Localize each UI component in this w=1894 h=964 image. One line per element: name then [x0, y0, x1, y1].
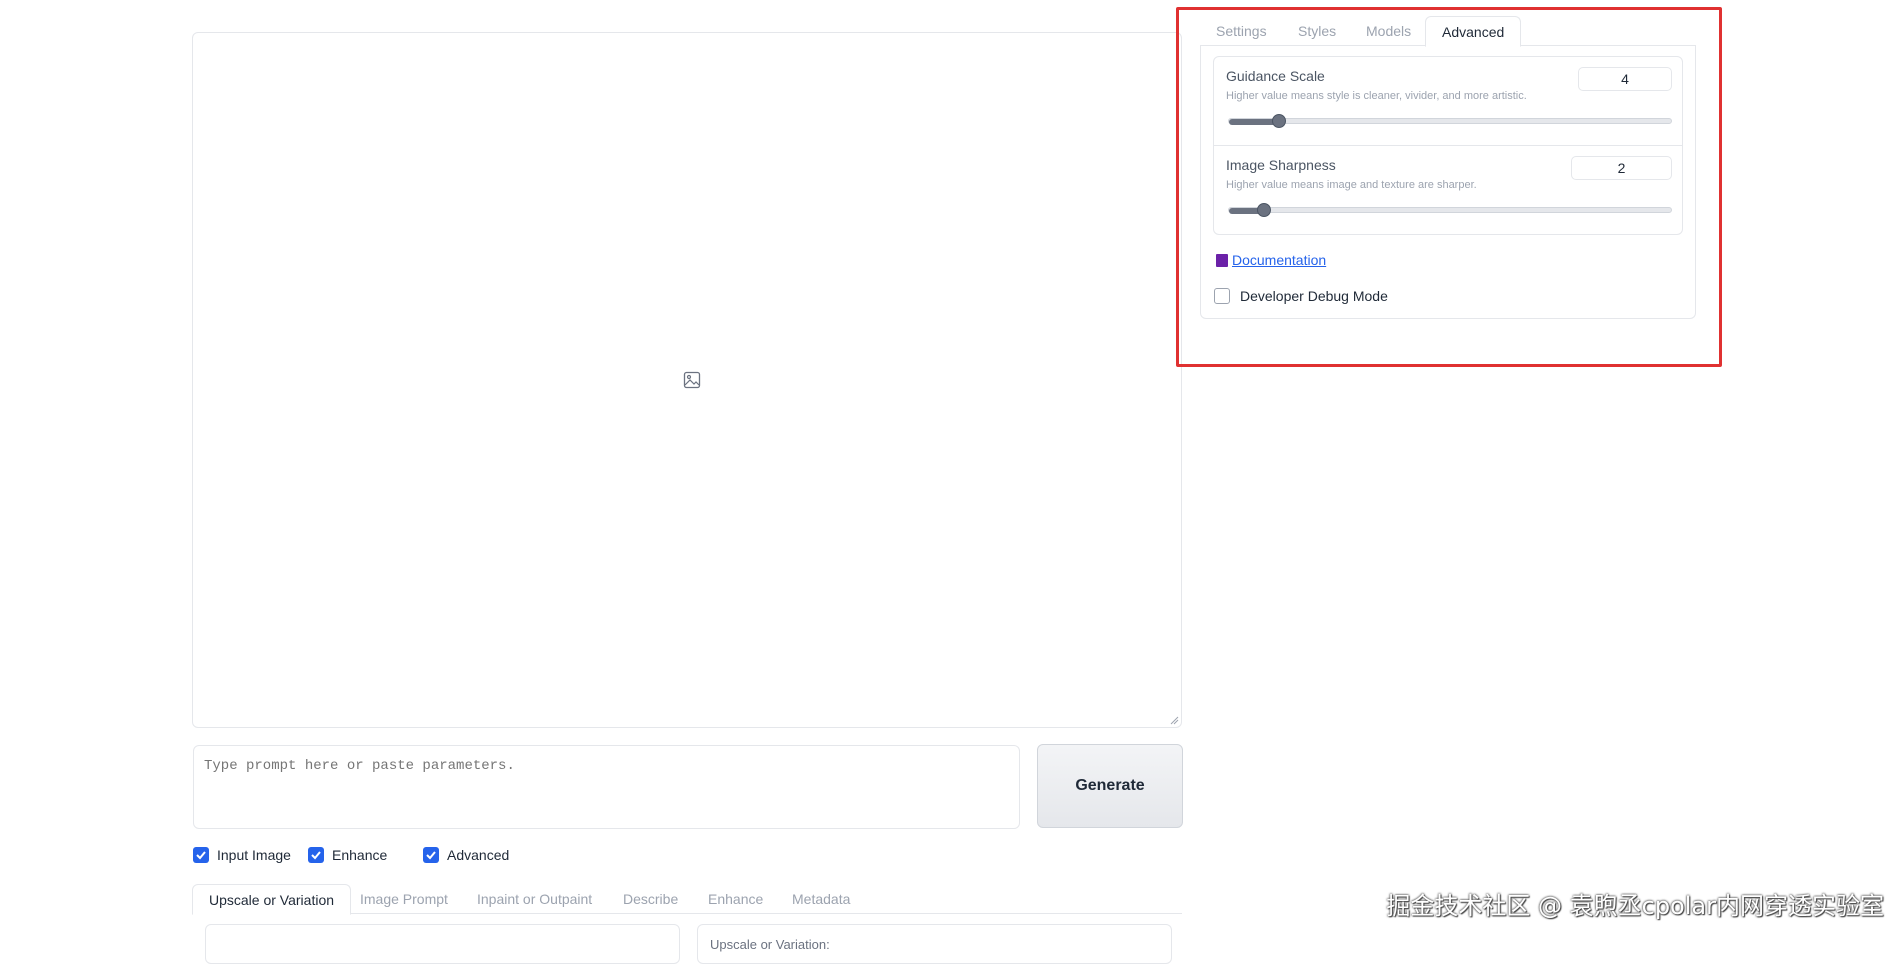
advanced-label: Advanced	[447, 847, 510, 863]
tab-describe[interactable]: Describe	[623, 884, 678, 914]
input-image-label: Input Image	[217, 847, 291, 863]
input-image-checkbox[interactable]: Input Image	[193, 847, 291, 863]
highlight-frame	[1176, 7, 1722, 367]
tab-upscale-or-variation[interactable]: Upscale or Variation	[192, 884, 352, 915]
tab-metadata[interactable]: Metadata	[792, 884, 850, 914]
checkbox-checked-icon	[423, 847, 439, 863]
generate-button[interactable]: Generate	[1037, 744, 1183, 828]
upscale-image-dropzone[interactable]	[205, 924, 680, 964]
enhance-label: Enhance	[332, 847, 388, 863]
prompt-input[interactable]	[193, 745, 1020, 829]
enhance-checkbox[interactable]: Enhance	[308, 847, 387, 863]
watermark-text: 掘金技术社区 @ 袁煦丞cpolar内网穿透实验室	[1386, 892, 1884, 920]
image-output-area[interactable]	[192, 32, 1182, 728]
checkbox-checked-icon	[193, 847, 209, 863]
resize-handle-icon[interactable]	[1169, 715, 1179, 725]
advanced-checkbox[interactable]: Advanced	[423, 847, 509, 863]
tab-enhance[interactable]: Enhance	[708, 884, 763, 914]
checkbox-checked-icon	[308, 847, 324, 863]
image-placeholder-icon	[683, 371, 701, 389]
upscale-options-panel: Upscale or Variation:	[697, 924, 1172, 964]
bottom-tab-bar: Upscale or Variation Image Prompt Inpain…	[192, 884, 1182, 915]
tab-inpaint-or-outpaint[interactable]: Inpaint or Outpaint	[477, 884, 592, 914]
upscale-options-label: Upscale or Variation:	[710, 937, 830, 952]
tab-image-prompt[interactable]: Image Prompt	[360, 884, 448, 914]
